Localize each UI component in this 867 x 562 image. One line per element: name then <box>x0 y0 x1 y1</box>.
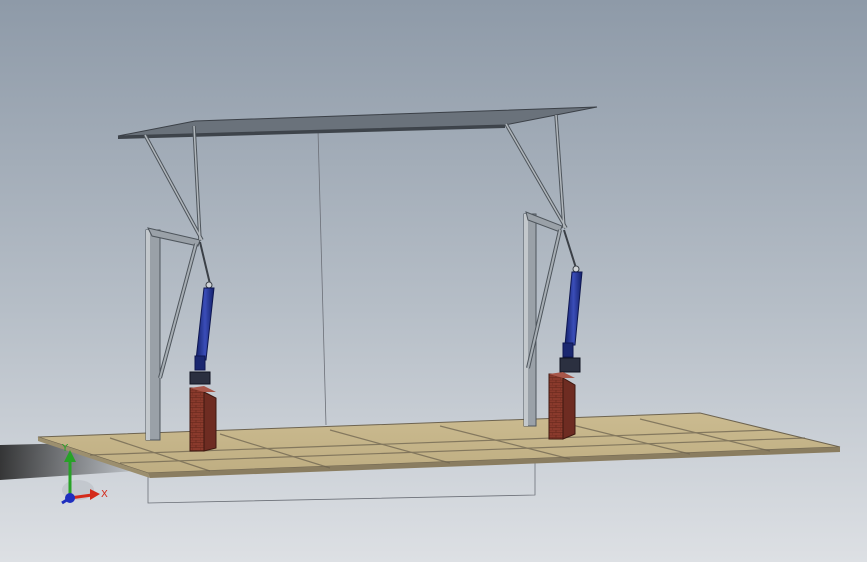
model-scene[interactable]: Y X <box>0 0 867 562</box>
y-axis-label: Y <box>61 443 69 454</box>
viewport-background <box>0 0 867 562</box>
left-brick-pedestal <box>189 386 217 452</box>
x-axis-label: X <box>101 489 108 500</box>
cad-viewport[interactable]: Y X <box>0 0 867 562</box>
